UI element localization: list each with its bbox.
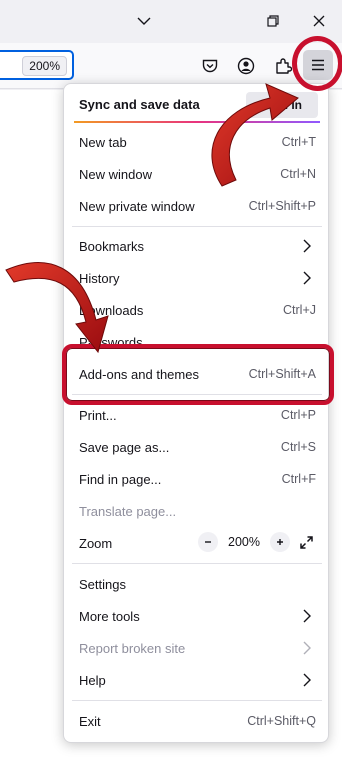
arrow-to-menu-icon — [211, 83, 299, 187]
arrow-to-addons-item — [5, 262, 109, 354]
annotation-arrows — [5, 83, 299, 354]
